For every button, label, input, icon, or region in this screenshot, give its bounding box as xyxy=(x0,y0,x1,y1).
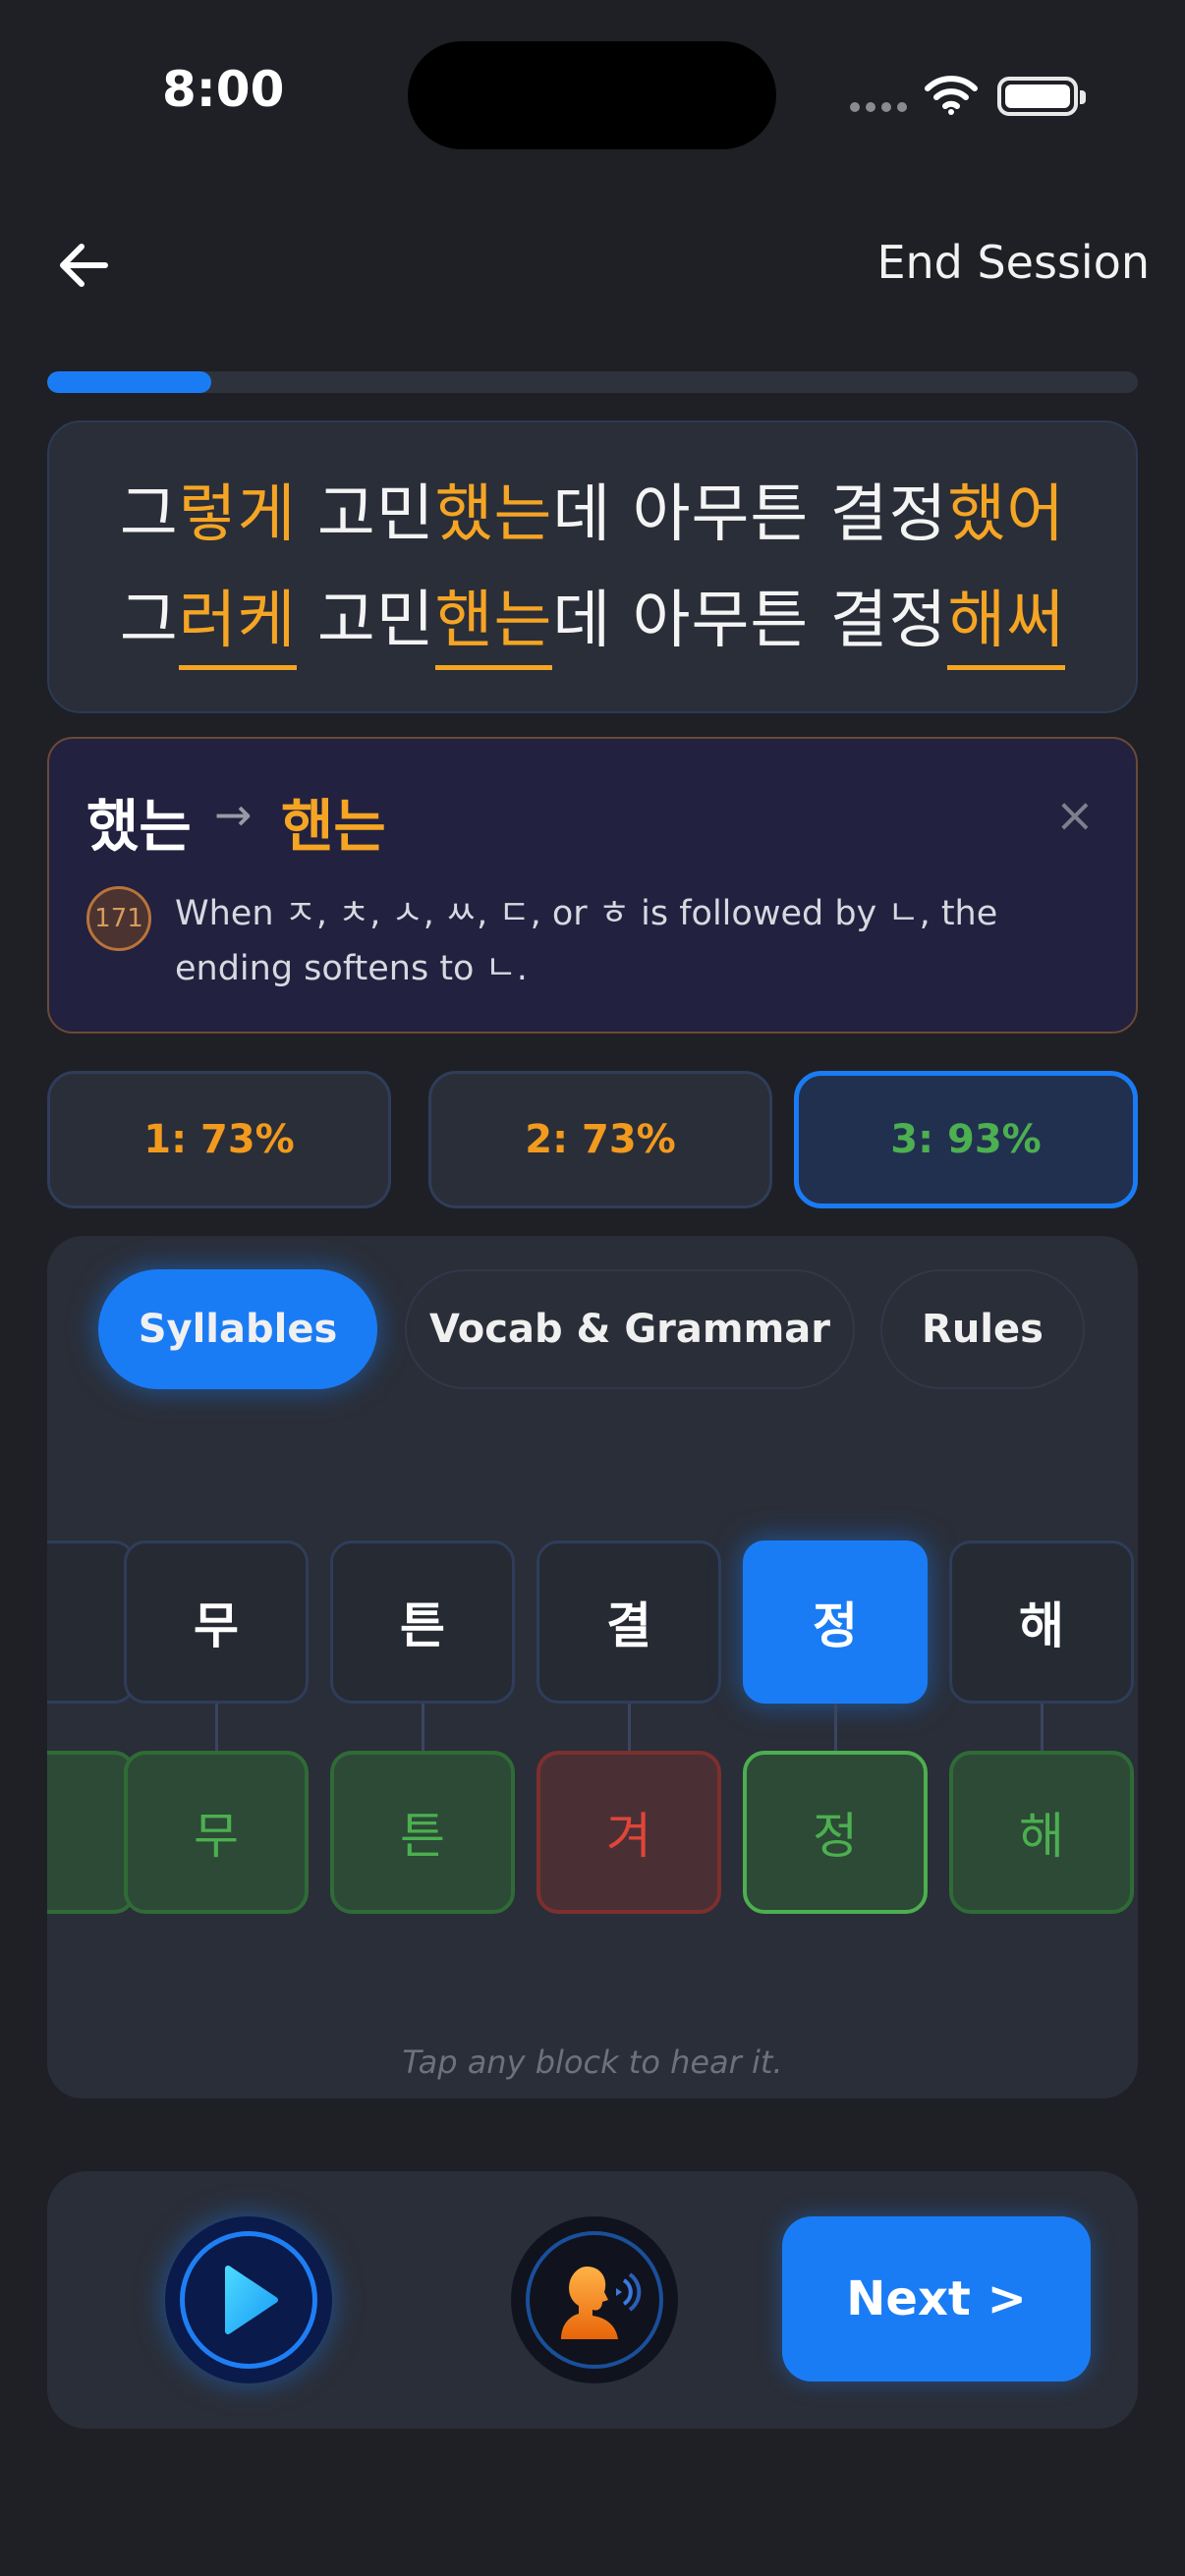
rule-number-badge: 171 xyxy=(86,886,151,951)
expected-syllable-block[interactable]: 무 xyxy=(124,1540,309,1704)
speaker-person-icon xyxy=(561,2267,642,2339)
expected-syllable-block[interactable]: 결 xyxy=(536,1540,721,1704)
attempt-1-score[interactable]: 1: 73% xyxy=(47,1071,391,1208)
battery-icon xyxy=(997,77,1086,116)
sentence-segment: 했어 xyxy=(947,478,1066,551)
target-sentence: 그렇게 고민했는데 아무튼 결정했어 xyxy=(49,464,1136,554)
expected-syllable-block[interactable]: 정 xyxy=(743,1540,928,1704)
close-icon[interactable]: × xyxy=(1055,788,1095,843)
arrow-right-icon: → xyxy=(214,788,253,841)
sentence-segment: 그 xyxy=(119,585,179,657)
spoken-sentence: 그러케 고민핸는데 아무튼 결정해써 xyxy=(49,570,1136,670)
breakdown-panel: Syllables Vocab & Grammar Rules 무 튼 결 정 … xyxy=(47,1236,1138,2099)
dynamic-island xyxy=(408,41,776,149)
sentence-segment: 해써 xyxy=(947,585,1066,670)
play-button[interactable] xyxy=(165,2216,332,2383)
sentence-segment: 러케 xyxy=(178,585,297,670)
sentence-segment: 렇게 xyxy=(178,478,297,551)
expected-syllable-block[interactable] xyxy=(47,1540,136,1704)
heard-syllable-block[interactable]: 튼 xyxy=(330,1751,515,1914)
play-icon xyxy=(225,2266,278,2334)
heard-syllable-block[interactable]: 무 xyxy=(124,1751,309,1914)
rule-description: When ㅈ, ㅊ, ㅅ, ㅆ, ㄷ, or ㅎ is followed by … xyxy=(175,894,998,988)
expected-syllable-block[interactable]: 튼 xyxy=(330,1540,515,1704)
rule-to: 핸는 xyxy=(281,793,386,860)
attempt-3-score[interactable]: 3: 93% xyxy=(794,1071,1138,1208)
cellular-signal-icon xyxy=(850,102,907,112)
sentence-segment: 핸는 xyxy=(434,585,553,670)
attempt-2-score[interactable]: 2: 73% xyxy=(428,1071,772,1208)
back-button[interactable] xyxy=(49,231,118,300)
rule-from: 했는 xyxy=(86,793,192,860)
sentence-segment: 그 xyxy=(119,478,179,551)
record-speak-button[interactable] xyxy=(511,2216,678,2383)
wifi-icon xyxy=(924,73,979,120)
end-session-button[interactable]: End Session xyxy=(876,236,1150,289)
sentence-card: 그렇게 고민했는데 아무튼 결정했어 그러케 고민핸는데 아무튼 결정해써 xyxy=(47,420,1138,713)
heard-syllable-block[interactable] xyxy=(47,1751,136,1914)
syllable-connector xyxy=(1041,1704,1044,1751)
next-button[interactable]: Next > xyxy=(782,2216,1091,2381)
syllable-connector xyxy=(628,1704,631,1751)
tap-hint: Tap any block to hear it. xyxy=(402,2044,783,2081)
session-progress-fill xyxy=(47,371,211,393)
heard-syllable-block[interactable]: 정 xyxy=(743,1751,928,1914)
expected-syllable-block[interactable]: 해 xyxy=(949,1540,1134,1704)
session-progress-bar xyxy=(47,371,1138,393)
heard-syllable-block[interactable]: 해 xyxy=(949,1751,1134,1914)
tab-rules[interactable]: Rules xyxy=(880,1269,1085,1389)
sentence-segment: 고민 xyxy=(296,585,435,657)
status-time: 8:00 xyxy=(162,61,285,118)
bottom-controls: Next > xyxy=(47,2171,1138,2429)
sentence-segment: 데 아무튼 결정 xyxy=(552,585,948,657)
arrow-left-icon xyxy=(60,244,108,287)
tab-vocab-grammar[interactable]: Vocab & Grammar xyxy=(405,1269,855,1389)
syllable-connector xyxy=(215,1704,218,1751)
syllable-connector xyxy=(422,1704,424,1751)
tab-syllables[interactable]: Syllables xyxy=(98,1269,377,1389)
sentence-segment: 고민 xyxy=(296,478,435,551)
pronunciation-rule-card: 했는 → 핸는 × 171 When ㅈ, ㅊ, ㅅ, ㅆ, ㄷ, or ㅎ i… xyxy=(47,737,1138,1034)
sentence-segment: 데 아무튼 결정 xyxy=(552,478,948,551)
heard-syllable-block[interactable]: 겨 xyxy=(536,1751,721,1914)
sentence-segment: 했는 xyxy=(434,478,553,551)
syllable-connector xyxy=(834,1704,837,1751)
